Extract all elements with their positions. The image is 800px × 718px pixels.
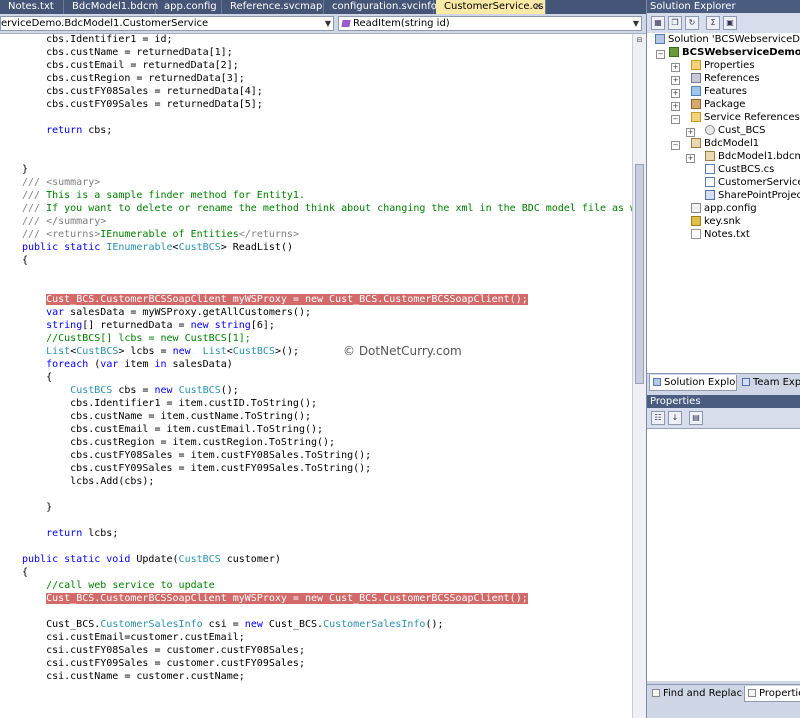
scrollbar-thumb[interactable]	[635, 164, 644, 384]
expand-icon[interactable]: +	[686, 154, 695, 163]
solution-tree: Solution 'BCSWebserviceDemo' (1 − BCSWeb…	[647, 33, 800, 373]
categorized-icon[interactable]: ☷	[651, 411, 665, 425]
expand-icon[interactable]: +	[671, 89, 680, 98]
view-designer-icon[interactable]: ▣	[723, 16, 737, 30]
tree-item-properties[interactable]: Properties	[691, 59, 755, 72]
show-all-files-icon[interactable]: ❐	[668, 16, 682, 30]
text-file-icon	[691, 229, 701, 239]
folder-icon	[691, 60, 701, 70]
expand-icon[interactable]: +	[671, 76, 680, 85]
code-text: cbs.Identifier1 = id; cbs.custName = ret…	[22, 34, 632, 682]
tab-solution-explorer[interactable]: Solution Explorer	[649, 375, 737, 391]
tree-item-service-references[interactable]: Service References	[691, 111, 800, 124]
collapse-icon[interactable]: −	[671, 141, 680, 150]
collapse-icon[interactable]: −	[656, 50, 665, 59]
properties-icon	[748, 689, 756, 697]
tree-item-project[interactable]: BCSWebserviceDemo	[669, 46, 800, 59]
sharepoint-item-icon	[705, 190, 715, 200]
tab-reference-svcmap[interactable]: Reference.svcmap	[222, 0, 324, 14]
type-dropdown[interactable]: erviceDemo.BdcModel1.CustomerService ▼	[0, 16, 334, 31]
watermark: © DotNetCurry.com	[343, 344, 462, 358]
tab-properties[interactable]: Properties	[744, 686, 800, 702]
features-icon	[691, 86, 701, 96]
code-editor[interactable]: cbs.Identifier1 = id; cbs.custName = ret…	[0, 34, 632, 718]
expand-icon[interactable]: +	[671, 102, 680, 111]
properties-toolbar: ☷ ↓ ▤	[647, 408, 800, 428]
alphabetical-icon[interactable]: ↓	[668, 411, 682, 425]
property-pages-icon[interactable]: ▤	[689, 411, 703, 425]
tree-item-key-snk[interactable]: key.snk	[691, 215, 741, 228]
tab-team-explorer[interactable]: Team Expl	[739, 375, 800, 391]
tab-notes-txt[interactable]: Notes.txt	[0, 0, 64, 14]
tab-label: CustomerService.cs	[444, 1, 544, 12]
navigation-bar: erviceDemo.BdcModel1.CustomerService ▼ R…	[0, 14, 646, 34]
properties-icon[interactable]: ▦	[651, 16, 665, 30]
team-explorer-icon	[742, 378, 750, 386]
chevron-down-icon[interactable]: ▼	[633, 17, 639, 30]
expand-icon[interactable]: +	[686, 128, 695, 137]
tree-item-notes-txt[interactable]: Notes.txt	[691, 228, 750, 241]
folder-icon	[691, 112, 701, 122]
tab-label: app.config	[164, 1, 217, 12]
tree-item-package[interactable]: Package	[691, 98, 745, 111]
tree-item-cust-bcs[interactable]: Cust_BCS	[705, 124, 765, 137]
expand-icon[interactable]: +	[671, 63, 680, 72]
tab-label: configuration.svcinfo	[332, 1, 437, 12]
tree-item-bdcmodel1-bdcm[interactable]: BdcModel1.bdcm	[705, 150, 800, 163]
solution-explorer-toolbar: ▦ ❐ ↻ Σ ▣	[647, 13, 800, 33]
explorer-tab-strip: Solution Explorer Team Expl	[647, 373, 800, 392]
solution-icon	[655, 34, 665, 44]
csharp-file-icon	[705, 177, 715, 187]
member-dropdown[interactable]: ReadItem(string id) ▼	[338, 16, 642, 31]
refresh-icon[interactable]: ↻	[685, 16, 699, 30]
type-dropdown-value: erviceDemo.BdcModel1.CustomerService	[1, 18, 209, 29]
tab-customerservice-cs[interactable]: CustomerService.cs ×	[436, 0, 546, 14]
tree-item-customerservice-cs[interactable]: CustomerService.cs	[705, 176, 800, 189]
method-icon	[341, 19, 351, 27]
right-tool-panel: Solution Explorer ▦ ❐ ↻ Σ ▣ Solution 'BC…	[646, 0, 800, 718]
member-dropdown-value: ReadItem(string id)	[353, 18, 450, 29]
bdcm-file-icon	[705, 151, 715, 161]
solution-explorer-icon	[653, 378, 661, 386]
vertical-scrollbar[interactable]: ⊟	[632, 34, 646, 718]
tree-item-references[interactable]: References	[691, 72, 760, 85]
document-tab-strip: Notes.txt BdcModel1.bdcm app.config Refe…	[0, 0, 646, 14]
close-icon[interactable]: ×	[534, 0, 542, 14]
package-icon	[691, 99, 701, 109]
references-icon	[691, 73, 701, 83]
bottom-tab-strip: Find and Replace Properties	[647, 684, 800, 703]
tree-item-custbcs-cs[interactable]: CustBCS.cs	[705, 163, 774, 176]
service-reference-icon	[705, 125, 715, 135]
chevron-down-icon[interactable]: ▼	[325, 17, 331, 30]
properties-grid	[647, 428, 800, 681]
tab-bdcmodel1-bdcm[interactable]: BdcModel1.bdcm	[64, 0, 159, 14]
tree-item-bdcmodel1[interactable]: BdcModel1	[691, 137, 759, 150]
key-file-icon	[691, 216, 701, 226]
tab-find-and-replace[interactable]: Find and Replace	[649, 686, 743, 702]
tree-item-solution[interactable]: Solution 'BCSWebserviceDemo' (1	[655, 33, 800, 46]
tree-item-sharepoint-project-item[interactable]: SharePointProjectIte	[705, 189, 800, 202]
bdc-model-icon	[691, 138, 701, 148]
tree-item-app-config[interactable]: app.config	[691, 202, 757, 215]
properties-title: Properties	[647, 395, 800, 408]
project-icon	[669, 47, 679, 57]
splitter-icon[interactable]: ⊟	[635, 36, 644, 44]
collapse-icon[interactable]: −	[671, 115, 680, 124]
tab-label: Notes.txt	[8, 1, 54, 12]
find-icon	[652, 689, 660, 697]
tree-item-features[interactable]: Features	[691, 85, 747, 98]
tab-configuration-svcinfo[interactable]: configuration.svcinfo	[324, 0, 437, 14]
solution-explorer-title: Solution Explorer	[647, 0, 800, 13]
config-file-icon	[691, 203, 701, 213]
csharp-file-icon	[705, 164, 715, 174]
tab-label: BdcModel1.bdcm	[72, 1, 159, 12]
view-code-icon[interactable]: Σ	[706, 16, 720, 30]
tab-label: Reference.svcmap	[230, 1, 323, 12]
tab-app-config[interactable]: app.config	[156, 0, 222, 14]
